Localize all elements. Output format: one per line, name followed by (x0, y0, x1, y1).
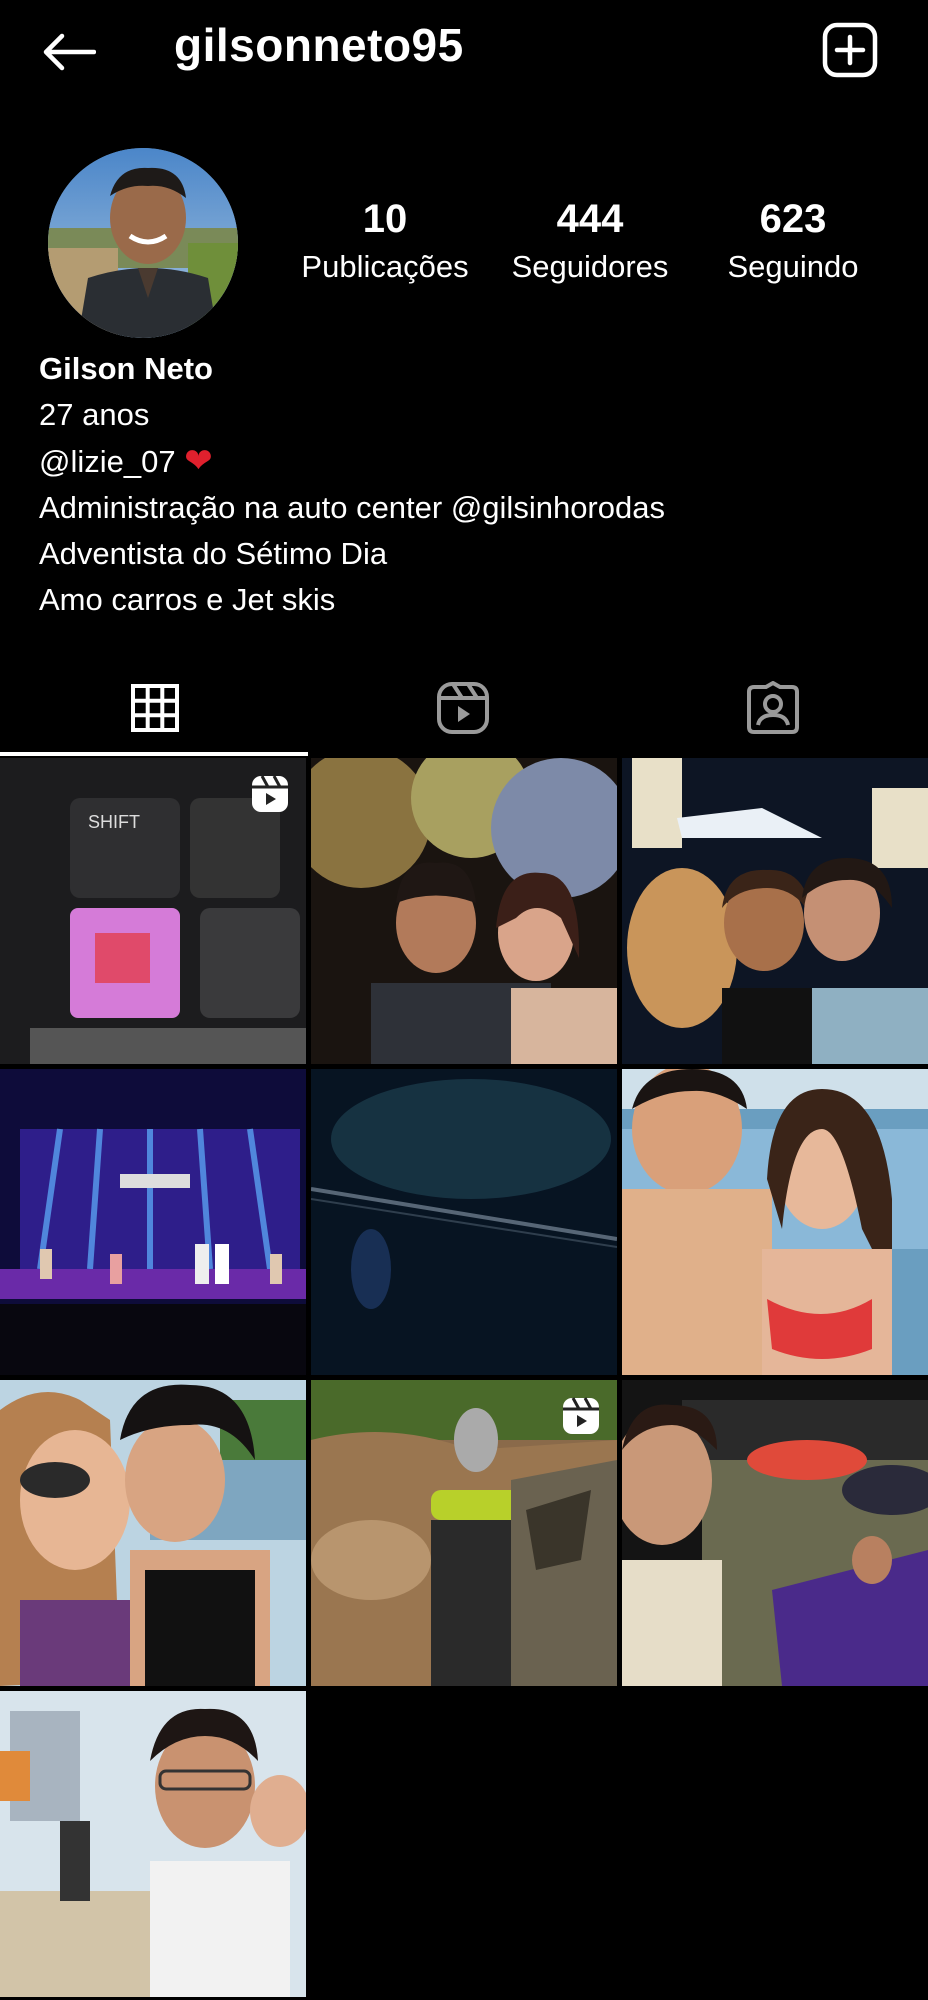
post-selfie-city-beach-image (0, 1691, 306, 1997)
stat-following[interactable]: 623 Seguindo (693, 196, 893, 290)
back-button[interactable] (36, 22, 100, 82)
top-bar: gilsonneto95 (0, 0, 928, 100)
profile-full-name: Gilson Neto (39, 351, 213, 386)
stat-following-value: 623 (759, 197, 827, 241)
tab-tagged[interactable] (618, 660, 928, 756)
post-tile[interactable] (0, 1380, 306, 1686)
stat-following-label: Seguindo (727, 249, 859, 284)
profile-avatar[interactable] (48, 148, 238, 338)
tab-posts-grid[interactable] (0, 660, 310, 756)
svg-text:SHIFT: SHIFT (88, 812, 140, 832)
active-tab-indicator (0, 752, 308, 756)
new-post-button[interactable] (820, 20, 880, 80)
profile-bio: Gilson Neto 27 anos @lizie_07 ❤ Administ… (39, 346, 899, 623)
post-tile[interactable] (622, 758, 928, 1064)
tagged-icon (747, 681, 799, 734)
stat-posts[interactable]: 10 Publicações (285, 196, 485, 290)
arrow-left-icon (43, 33, 96, 71)
bio-hobbies: Amo carros e Jet skis (39, 582, 336, 617)
bio-mention-link[interactable]: @lizie_07 (39, 444, 176, 479)
profile-tabs (0, 660, 928, 756)
post-tile[interactable] (0, 1069, 306, 1375)
post-tile[interactable] (622, 1069, 928, 1375)
post-tile[interactable] (311, 1380, 617, 1686)
tab-reels[interactable] (308, 660, 618, 756)
stat-followers[interactable]: 444 Seguidores (490, 196, 690, 290)
profile-username: gilsonneto95 (174, 19, 464, 71)
bio-mention-line: @lizie_07 ❤ (39, 438, 899, 485)
bio-age: 27 anos (39, 397, 150, 432)
post-stage-show-image (0, 1069, 306, 1375)
stat-followers-value: 444 (556, 197, 624, 241)
stat-posts-value: 10 (362, 197, 408, 241)
stat-posts-label: Publicações (301, 249, 469, 284)
post-couple-beach-image (622, 1069, 928, 1375)
avatar-photo (48, 148, 238, 338)
post-tile[interactable]: SHIFT (0, 758, 306, 1064)
reel-badge-icon (561, 1396, 601, 1436)
post-selfie-crowd-image (622, 1380, 928, 1686)
reels-icon (437, 682, 489, 734)
post-family-kiss-image (622, 758, 928, 1064)
profile-stats: 10 Publicações 444 Seguidores 623 Seguin… (280, 196, 900, 296)
post-tile[interactable] (311, 758, 617, 1064)
post-tile[interactable] (311, 1069, 617, 1375)
post-night-window-image (311, 1069, 617, 1375)
post-tile[interactable] (622, 1380, 928, 1686)
heart-icon: ❤ (184, 442, 213, 480)
plus-square-icon (822, 22, 878, 78)
bio-religion: Adventista do Sétimo Dia (39, 536, 388, 571)
grid-icon (131, 684, 179, 732)
post-tile[interactable] (0, 1691, 306, 1997)
reel-badge-icon (250, 774, 290, 814)
post-couple-kiss-sea-image (0, 1380, 306, 1686)
post-couple-flowers-image (311, 758, 617, 1064)
stat-followers-label: Seguidores (511, 249, 669, 284)
bio-work: Administração na auto center @gilsinhoro… (39, 490, 665, 525)
